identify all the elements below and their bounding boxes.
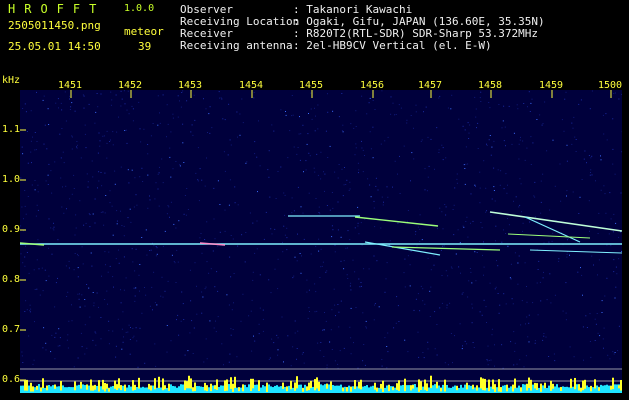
antenna-value: : 2el-HB9CV Vertical (el. E-W) [293, 39, 492, 52]
spectrogram-panel [0, 72, 629, 400]
spectrogram [20, 90, 622, 393]
meteor-label: meteor [124, 25, 164, 38]
meteor-count: 39 [138, 40, 152, 53]
app-title: HROFFT [8, 2, 106, 16]
app-version: 1.0.0 [124, 3, 155, 14]
header-panel: HROFFT 1.0.0 2505011450.png meteor 25.05… [0, 0, 629, 72]
timestamp: 25.05.01 14:50 [8, 40, 101, 53]
file-name: 2505011450.png [8, 19, 101, 32]
antenna-label: Receiving antenna [180, 39, 293, 52]
spectrogram-background [20, 90, 622, 393]
